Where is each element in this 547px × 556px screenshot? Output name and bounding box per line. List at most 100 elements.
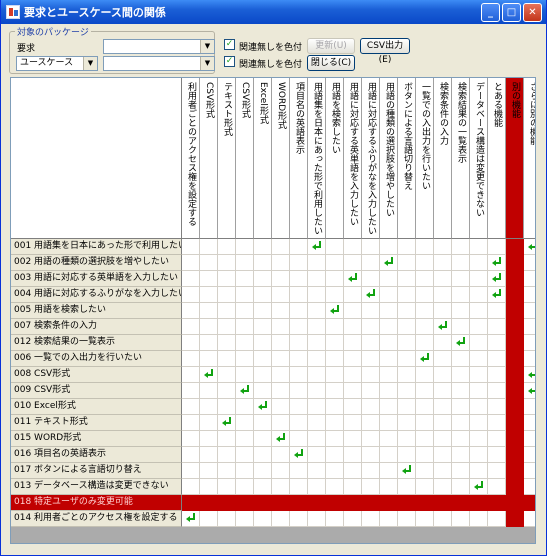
matrix-cell[interactable] — [326, 255, 344, 271]
matrix-cell[interactable] — [200, 415, 218, 431]
matrix-cell[interactable] — [380, 399, 398, 415]
matrix-cell[interactable] — [362, 399, 380, 415]
matrix-cell[interactable] — [344, 479, 362, 495]
matrix-cell[interactable] — [254, 335, 272, 351]
matrix-cell[interactable] — [452, 239, 470, 255]
matrix-cell[interactable] — [272, 271, 290, 287]
row-header[interactable]: 012 検索結果の一覧表示 — [11, 335, 182, 351]
matrix-cell[interactable] — [362, 335, 380, 351]
matrix-cell[interactable] — [236, 383, 254, 399]
matrix-cell[interactable] — [272, 255, 290, 271]
matrix-cell[interactable] — [182, 495, 200, 511]
matrix-cell[interactable] — [434, 495, 452, 511]
matrix-cell[interactable] — [290, 415, 308, 431]
matrix-cell[interactable] — [272, 367, 290, 383]
matrix-cell[interactable] — [182, 463, 200, 479]
matrix-cell[interactable] — [344, 319, 362, 335]
matrix-cell[interactable] — [416, 415, 434, 431]
row-header[interactable]: 007 検索条件の入力 — [11, 319, 182, 335]
matrix-cell[interactable] — [326, 479, 344, 495]
matrix-cell[interactable] — [182, 271, 200, 287]
matrix-cell[interactable] — [452, 431, 470, 447]
matrix-cell[interactable] — [218, 383, 236, 399]
matrix-cell[interactable] — [380, 479, 398, 495]
matrix-cell[interactable] — [290, 447, 308, 463]
matrix-cell[interactable] — [236, 367, 254, 383]
matrix-cell[interactable] — [254, 239, 272, 255]
matrix-cell[interactable] — [218, 287, 236, 303]
matrix-cell[interactable] — [272, 303, 290, 319]
matrix-cell[interactable] — [452, 479, 470, 495]
matrix-cell[interactable] — [200, 463, 218, 479]
matrix-cell[interactable] — [416, 383, 434, 399]
minimize-button[interactable]: _ — [481, 2, 500, 22]
matrix-cell[interactable] — [470, 495, 488, 511]
matrix-cell[interactable] — [524, 287, 535, 303]
matrix-cell[interactable] — [488, 287, 506, 303]
matrix-cell[interactable] — [272, 479, 290, 495]
matrix-cell[interactable] — [308, 319, 326, 335]
matrix-cell[interactable] — [452, 383, 470, 399]
matrix-cell[interactable] — [182, 479, 200, 495]
matrix-cell[interactable] — [470, 447, 488, 463]
matrix-cell[interactable] — [326, 287, 344, 303]
matrix-cell[interactable] — [344, 431, 362, 447]
matrix-cell[interactable] — [236, 351, 254, 367]
matrix-cell[interactable] — [470, 431, 488, 447]
matrix-cell[interactable] — [362, 271, 380, 287]
matrix-cell[interactable] — [398, 319, 416, 335]
matrix-cell[interactable] — [200, 367, 218, 383]
column-header[interactable]: Excel形式 — [254, 78, 272, 239]
matrix-cell[interactable] — [380, 239, 398, 255]
matrix-cell[interactable] — [290, 383, 308, 399]
matrix-cell[interactable] — [506, 239, 524, 255]
matrix-cell[interactable] — [290, 479, 308, 495]
matrix-cell[interactable] — [200, 319, 218, 335]
matrix-cell[interactable] — [344, 383, 362, 399]
column-header[interactable]: 利用者ごとのアクセス権を設定する — [182, 78, 200, 239]
matrix-cell[interactable] — [416, 271, 434, 287]
column-header[interactable]: ボタンによる言語切り替え — [398, 78, 416, 239]
matrix-cell[interactable] — [182, 335, 200, 351]
matrix-cell[interactable] — [452, 415, 470, 431]
matrix-cell[interactable] — [254, 367, 272, 383]
matrix-cell[interactable] — [362, 239, 380, 255]
chevron-down-icon[interactable]: ▼ — [83, 57, 97, 70]
matrix-cell[interactable] — [290, 255, 308, 271]
matrix-cell[interactable] — [218, 271, 236, 287]
matrix-cell[interactable] — [200, 351, 218, 367]
column-header[interactable]: 検索条件の入力 — [434, 78, 452, 239]
matrix-cell[interactable] — [488, 367, 506, 383]
matrix-cell[interactable] — [380, 255, 398, 271]
matrix-cell[interactable] — [236, 415, 254, 431]
matrix-cell[interactable] — [218, 479, 236, 495]
chevron-down-icon[interactable]: ▼ — [200, 40, 214, 53]
matrix-cell[interactable] — [398, 415, 416, 431]
matrix-cell[interactable] — [290, 335, 308, 351]
matrix-cell[interactable] — [524, 255, 535, 271]
matrix-cell[interactable] — [272, 431, 290, 447]
matrix-cell[interactable] — [182, 255, 200, 271]
maximize-button[interactable]: □ — [502, 2, 521, 22]
matrix-cell[interactable] — [362, 495, 380, 511]
matrix-cell[interactable] — [524, 463, 535, 479]
row-header[interactable]: 003 用語に対応する英単語を入力したい — [11, 271, 182, 287]
matrix-cell[interactable] — [236, 319, 254, 335]
matrix-cell[interactable] — [182, 303, 200, 319]
row-header[interactable]: 009 CSV形式 — [11, 383, 182, 399]
matrix-cell[interactable] — [344, 287, 362, 303]
matrix-cell[interactable] — [218, 447, 236, 463]
matrix-cell[interactable] — [308, 463, 326, 479]
matrix-cell[interactable] — [452, 367, 470, 383]
matrix-cell[interactable] — [254, 463, 272, 479]
matrix-cell[interactable] — [434, 447, 452, 463]
matrix-cell[interactable] — [308, 447, 326, 463]
matrix-cell[interactable] — [182, 239, 200, 255]
matrix-cell[interactable] — [290, 319, 308, 335]
matrix-cell[interactable] — [506, 447, 524, 463]
matrix-cell[interactable] — [434, 271, 452, 287]
matrix-cell[interactable] — [254, 287, 272, 303]
matrix-cell[interactable] — [470, 287, 488, 303]
matrix-cell[interactable] — [182, 447, 200, 463]
matrix-cell[interactable] — [380, 447, 398, 463]
